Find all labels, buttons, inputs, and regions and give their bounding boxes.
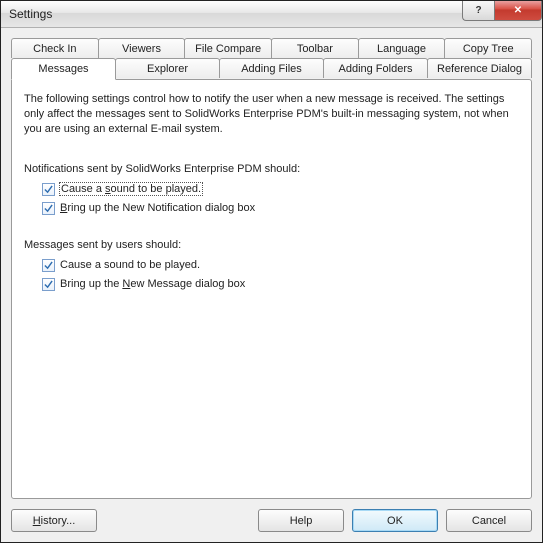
window-title: Settings [9, 7, 52, 21]
check-bring-up-message[interactable]: Bring up the New Message dialog box [42, 276, 519, 293]
help-button[interactable]: Help [258, 509, 344, 532]
checkbox-label: Bring up the New Notification dialog box [60, 202, 255, 214]
section1-label: Notifications sent by SolidWorks Enterpr… [24, 163, 519, 175]
tab-viewers[interactable]: Viewers [98, 38, 186, 58]
section2-checks: Cause a sound to be played. Bring up the… [24, 257, 519, 293]
tab-control: Check In Viewers File Compare Toolbar La… [11, 38, 532, 499]
settings-window: Settings ? ✕ Check In Viewers File Compa… [0, 0, 543, 543]
tab-row-back: Check In Viewers File Compare Toolbar La… [11, 38, 532, 58]
checkbox-label: Cause a sound to be played. [60, 259, 200, 271]
checkbox-icon [42, 202, 55, 215]
tab-adding-files[interactable]: Adding Files [219, 58, 324, 78]
dialog-footer: History... Help OK Cancel [11, 499, 532, 532]
tab-file-compare[interactable]: File Compare [184, 38, 272, 58]
tab-row-front: Messages Explorer Adding Files Adding Fo… [11, 58, 532, 79]
tab-reference-dialog[interactable]: Reference Dialog [427, 58, 532, 78]
check-sound-message[interactable]: Cause a sound to be played. [42, 257, 519, 274]
checkbox-icon [42, 183, 55, 196]
tab-copy-tree[interactable]: Copy Tree [444, 38, 532, 58]
tab-explorer[interactable]: Explorer [115, 58, 220, 78]
history-button[interactable]: History... [11, 509, 97, 532]
section2-label: Messages sent by users should: [24, 239, 519, 251]
check-bring-up-notification[interactable]: Bring up the New Notification dialog box [42, 200, 519, 217]
tab-language[interactable]: Language [358, 38, 446, 58]
checkbox-icon [42, 259, 55, 272]
titlebar[interactable]: Settings ? ✕ [1, 1, 542, 28]
titlebar-close-button[interactable]: ✕ [494, 1, 542, 21]
tab-messages[interactable]: Messages [11, 58, 116, 80]
check-sound-notification[interactable]: Cause a sound to be played. [42, 181, 519, 198]
tab-check-in[interactable]: Check In [11, 38, 99, 58]
tab-panel-messages: The following settings control how to no… [11, 79, 532, 499]
ok-button[interactable]: OK [352, 509, 438, 532]
cancel-button[interactable]: Cancel [446, 509, 532, 532]
checkbox-label: Bring up the New Message dialog box [60, 278, 245, 290]
tab-adding-folders[interactable]: Adding Folders [323, 58, 428, 78]
window-controls: ? ✕ [462, 1, 542, 21]
checkbox-icon [42, 278, 55, 291]
panel-description: The following settings control how to no… [24, 92, 519, 137]
tab-toolbar[interactable]: Toolbar [271, 38, 359, 58]
titlebar-help-button[interactable]: ? [462, 1, 494, 21]
checkbox-label: Cause a sound to be played. [60, 183, 202, 195]
section1-checks: Cause a sound to be played. Bring up the… [24, 181, 519, 217]
client-area: Check In Viewers File Compare Toolbar La… [1, 28, 542, 542]
